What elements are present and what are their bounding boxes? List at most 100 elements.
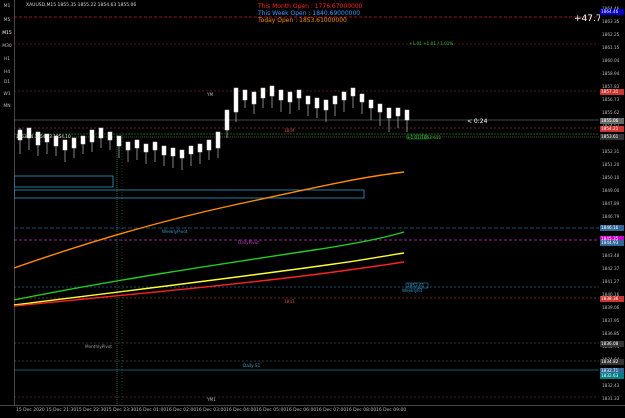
price-scale-label: 1842.37: [602, 266, 620, 271]
candle-body: [377, 103, 383, 113]
today-open-info: Today Open : 1853.61000000: [258, 17, 347, 24]
price-scale-label: 1843.48: [602, 253, 620, 258]
candle-body: [278, 89, 284, 101]
price-scale-label: 1849.00: [602, 188, 620, 193]
time-label: 16 Dec 07:00: [316, 408, 347, 413]
candle-body: [251, 91, 257, 105]
price-scale-label: 1841.27: [602, 279, 620, 284]
vwap-top-label: +1.01 +1.01 / 1.01%: [409, 41, 454, 46]
candle-body: [89, 129, 95, 143]
candle-body: [323, 99, 329, 111]
time-label: 16 Dec 05:00: [256, 408, 287, 413]
candle-body: [233, 87, 239, 113]
candle-body: [269, 85, 275, 97]
candle-body: [314, 97, 320, 109]
box-left-label: 1853.94 1854.53 1854.10: [16, 134, 71, 139]
month-open-info: This Month Open : 1776.67000000: [258, 3, 363, 10]
candle-body: [170, 147, 176, 157]
candle-body: [206, 139, 212, 151]
tf-m15[interactable]: M15: [1, 31, 13, 36]
candle-body: [350, 87, 356, 97]
price-tag: 1844.93: [600, 240, 624, 246]
price-scale-label: 1850.10: [602, 175, 620, 180]
price-scale[interactable]: 1864.46 1863.35 1862.25 1861.15 1860.04 1858.…: [600, 0, 625, 405]
time-label: 16 Dec 09:00: [376, 408, 407, 413]
candle-body: [152, 141, 158, 151]
price-scale-label: 1862.25: [602, 32, 620, 37]
daily-pivot-label: DailyPivot: [238, 240, 259, 245]
ym-label: YM: [207, 92, 214, 97]
price-scale-label: 1860.04: [602, 58, 620, 63]
time-label: 15 Dec 21:30: [46, 408, 77, 413]
candle-body: [116, 135, 122, 147]
time-axis[interactable]: 15 Dec 2020 15 Dec 21:30 15 Dec 22:30 15 De…: [0, 405, 625, 418]
ema-tag-label: +1.01/1853.611: [407, 135, 442, 140]
tf-m1[interactable]: M1: [1, 4, 13, 9]
price-scale-label: 1837.95: [602, 318, 620, 323]
time-label: 16 Dec 03:00: [196, 408, 227, 413]
candle-body: [197, 143, 203, 153]
candle-body: [260, 87, 266, 99]
red-ma-line: [13, 261, 405, 307]
candle-body: [125, 141, 131, 151]
tf-h1[interactable]: H1: [1, 57, 13, 62]
price-tag: 1832.63: [600, 373, 624, 379]
price-tag: 1854.21: [600, 126, 624, 132]
candle-body: [359, 93, 365, 103]
candle-body: [341, 91, 347, 101]
time-label: 15 Dec 2020: [16, 408, 45, 413]
candle-body: [242, 89, 248, 101]
week-open-info: This Week Open : 1840.69000000: [258, 10, 361, 17]
weekly-r1-label: WeeklyR1: [402, 288, 423, 293]
price-tag: 1853.61: [600, 134, 624, 140]
yellow-ma-line: [13, 252, 405, 306]
price-tag: 1838.36: [600, 296, 624, 302]
price-scale-label: 1851.20: [602, 162, 620, 167]
time-label: 15 Dec 23:30: [106, 408, 137, 413]
tf-m5[interactable]: M5: [1, 18, 13, 23]
ym1-label: YM1: [207, 397, 216, 402]
candle-body: [143, 143, 149, 153]
tf-d1[interactable]: D1: [1, 80, 13, 85]
chart-window: M1 M5 M15 M30 H1 H4 D1 W1 MN XAUUSD,M15 …: [0, 0, 625, 418]
price-chart[interactable]: XAUUSD,M15 1855.35 1855.22 1854.63 1855.…: [13, 0, 602, 405]
candle-body: [134, 139, 140, 149]
level-1843-label: 1843: [284, 299, 295, 304]
candle-body: [332, 95, 338, 105]
time-label: 16 Dec 04:00: [226, 408, 257, 413]
price-scale-label: 1831.33: [602, 396, 620, 401]
price-tag: 1864.46: [600, 9, 624, 15]
candle-body: [386, 107, 392, 119]
candle-body: [395, 107, 401, 117]
candle-body: [368, 99, 374, 109]
orange-ma-line: [13, 171, 405, 269]
tf-w1[interactable]: W1: [1, 92, 13, 97]
tf-m30[interactable]: M30: [1, 44, 13, 49]
price-tag: 1846.16: [600, 225, 624, 231]
price-scale-label: 1855.62: [602, 110, 620, 115]
candle-body: [71, 137, 77, 149]
price-scale-label: 1839.06: [602, 305, 620, 310]
price-tag: 1855.06: [600, 118, 624, 124]
supply-zone-box[interactable]: [13, 175, 114, 188]
green-ma-line: [13, 231, 405, 301]
demand-zone-box[interactable]: [13, 189, 365, 199]
price-scale-label: 1858.94: [602, 71, 620, 76]
price-scale-label: 1847.89: [602, 201, 620, 206]
timeframe-bar: M1 M5 M15 M30 H1 H4 D1 W1 MN: [0, 0, 15, 405]
price-scale-label: 1832.43: [602, 383, 620, 388]
time-label: 15 Dec 22:30: [76, 408, 107, 413]
time-label: 16 Dec 06:00: [286, 408, 317, 413]
profit-display: +47.7: [574, 14, 602, 24]
price-tag: 1857.31: [600, 89, 624, 95]
tf-h4[interactable]: H4: [1, 70, 13, 75]
price-scale-label: 1856.73: [602, 97, 620, 102]
time-label: 16 Dec 08:00: [346, 408, 377, 413]
candle-body: [98, 127, 104, 139]
candle-body: [80, 135, 86, 145]
price-scale-label: 1836.85: [602, 331, 620, 336]
price-scale-label: 1863.35: [602, 19, 620, 24]
candle-body: [404, 109, 410, 121]
tf-mn[interactable]: MN: [1, 104, 13, 109]
candle-body: [296, 89, 302, 99]
